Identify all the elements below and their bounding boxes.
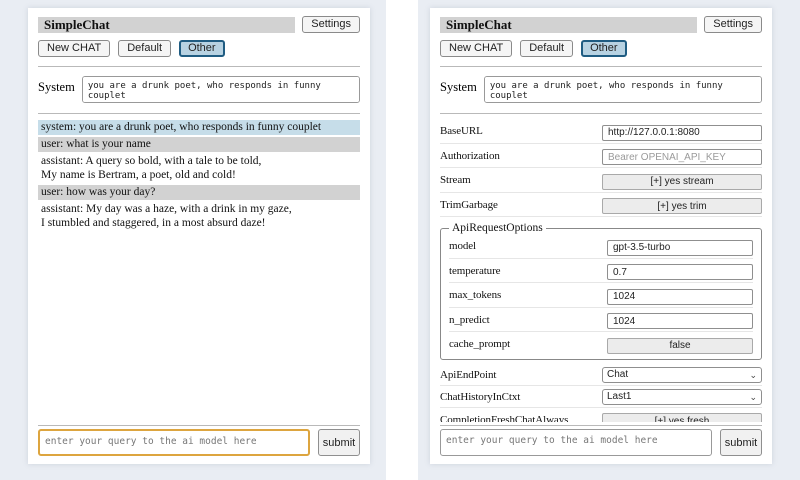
n-predict-label: n_predict bbox=[449, 314, 607, 326]
submit-button[interactable]: submit bbox=[318, 429, 360, 456]
chat-screenshot-margin: SimpleChat Settings New CHAT Default Oth… bbox=[0, 0, 386, 480]
model-input[interactable] bbox=[607, 240, 753, 256]
setting-row-model: model bbox=[449, 234, 753, 259]
new-chat-button[interactable]: New CHAT bbox=[440, 40, 512, 57]
temperature-label: temperature bbox=[449, 265, 607, 277]
api-endpoint-select[interactable]: Chat ⌄ bbox=[602, 367, 762, 383]
setting-row-n-predict: n_predict bbox=[449, 308, 753, 333]
max-tokens-label: max_tokens bbox=[449, 289, 607, 301]
system-prompt-label: System bbox=[440, 76, 477, 95]
chevron-down-icon: ⌄ bbox=[749, 371, 757, 379]
query-footer: submit bbox=[440, 422, 762, 456]
session-tab-default[interactable]: Default bbox=[118, 40, 171, 57]
header: SimpleChat Settings bbox=[38, 16, 360, 33]
system-prompt-input[interactable]: you are a drunk poet, who responds in fu… bbox=[484, 76, 762, 103]
stream-toggle-button[interactable]: [+] yes stream bbox=[602, 174, 762, 190]
api-request-options-legend: ApiRequestOptions bbox=[449, 222, 546, 234]
setting-row-completion-fresh-chat: CompletionFreshChatAlways [+] yes fresh bbox=[440, 408, 762, 423]
session-tab-default[interactable]: Default bbox=[520, 40, 573, 57]
model-label: model bbox=[449, 240, 607, 252]
system-prompt-row: System you are a drunk poet, who respond… bbox=[38, 76, 360, 103]
system-prompt-input[interactable]: you are a drunk poet, who responds in fu… bbox=[82, 76, 360, 103]
cache-prompt-toggle-button[interactable]: false bbox=[607, 338, 753, 354]
session-tab-other[interactable]: Other bbox=[179, 40, 225, 57]
chevron-down-icon: ⌄ bbox=[749, 393, 757, 401]
trimgarbage-toggle-button[interactable]: [+] yes trim bbox=[602, 198, 762, 214]
divider bbox=[440, 425, 762, 426]
divider bbox=[38, 425, 360, 426]
query-row: submit bbox=[38, 429, 360, 456]
max-tokens-input[interactable] bbox=[607, 289, 753, 305]
baseurl-label: BaseURL bbox=[440, 125, 602, 137]
setting-row-stream: Stream [+] yes stream bbox=[440, 168, 762, 193]
trimgarbage-label: TrimGarbage bbox=[440, 199, 602, 211]
divider bbox=[440, 66, 762, 67]
chat-history-in-ctxt-label: ChatHistoryInCtxt bbox=[440, 391, 602, 403]
session-tabs: New CHAT Default Other bbox=[38, 40, 360, 57]
divider bbox=[38, 66, 360, 67]
chat-message-system: system: you are a drunk poet, who respon… bbox=[38, 120, 360, 135]
chat-panel: SimpleChat Settings New CHAT Default Oth… bbox=[28, 8, 370, 464]
new-chat-button[interactable]: New CHAT bbox=[38, 40, 110, 57]
cache-prompt-label: cache_prompt bbox=[449, 338, 607, 350]
divider bbox=[38, 113, 360, 114]
chat-history-selected-value: Last1 bbox=[607, 391, 631, 402]
chat-message-assistant: assistant: My day was a haze, with a dri… bbox=[38, 202, 360, 231]
api-endpoint-selected-value: Chat bbox=[607, 369, 628, 380]
query-row: submit bbox=[440, 429, 762, 456]
stream-label: Stream bbox=[440, 174, 602, 186]
setting-row-api-endpoint: ApiEndPoint Chat ⌄ bbox=[440, 364, 762, 386]
system-prompt-row: System you are a drunk poet, who respond… bbox=[440, 76, 762, 103]
baseurl-input[interactable] bbox=[602, 125, 762, 141]
setting-row-chat-history-in-ctxt: ChatHistoryInCtxt Last1 ⌄ bbox=[440, 386, 762, 408]
completion-fresh-chat-toggle-button[interactable]: [+] yes fresh bbox=[602, 413, 762, 422]
setting-row-authorization: Authorization bbox=[440, 144, 762, 169]
submit-button[interactable]: submit bbox=[720, 429, 762, 456]
app-title: SimpleChat bbox=[38, 17, 295, 33]
authorization-label: Authorization bbox=[440, 150, 602, 162]
app-title: SimpleChat bbox=[440, 17, 697, 33]
settings-button[interactable]: Settings bbox=[302, 16, 360, 33]
setting-row-temperature: temperature bbox=[449, 259, 753, 284]
setting-row-max-tokens: max_tokens bbox=[449, 283, 753, 308]
temperature-input[interactable] bbox=[607, 264, 753, 280]
header: SimpleChat Settings bbox=[440, 16, 762, 33]
system-prompt-label: System bbox=[38, 76, 75, 95]
setting-row-baseurl: BaseURL bbox=[440, 119, 762, 144]
chat-message-user: user: how was your day? bbox=[38, 185, 360, 200]
completion-fresh-chat-label: CompletionFreshChatAlways bbox=[440, 414, 602, 422]
api-request-options-fieldset: ApiRequestOptions model temperature max_… bbox=[440, 222, 762, 360]
chat-history-in-ctxt-select[interactable]: Last1 ⌄ bbox=[602, 389, 762, 405]
authorization-input[interactable] bbox=[602, 149, 762, 165]
settings-list: BaseURL Authorization Stream [+] yes str… bbox=[440, 117, 762, 422]
setting-row-trimgarbage: TrimGarbage [+] yes trim bbox=[440, 193, 762, 218]
query-footer: submit bbox=[38, 422, 360, 456]
chat-message-user: user: what is your name bbox=[38, 137, 360, 152]
setting-row-cache-prompt: cache_prompt false bbox=[449, 332, 753, 356]
api-endpoint-label: ApiEndPoint bbox=[440, 369, 602, 381]
query-input[interactable] bbox=[440, 429, 712, 456]
settings-button[interactable]: Settings bbox=[704, 16, 762, 33]
query-input[interactable] bbox=[38, 429, 310, 456]
settings-screenshot-margin: SimpleChat Settings New CHAT Default Oth… bbox=[418, 0, 800, 480]
session-tabs: New CHAT Default Other bbox=[440, 40, 762, 57]
divider bbox=[440, 113, 762, 114]
chat-message-assistant: assistant: A query so bold, with a tale … bbox=[38, 154, 360, 183]
settings-panel: SimpleChat Settings New CHAT Default Oth… bbox=[430, 8, 772, 464]
chat-log: system: you are a drunk poet, who respon… bbox=[38, 117, 360, 422]
session-tab-other[interactable]: Other bbox=[581, 40, 627, 57]
n-predict-input[interactable] bbox=[607, 313, 753, 329]
